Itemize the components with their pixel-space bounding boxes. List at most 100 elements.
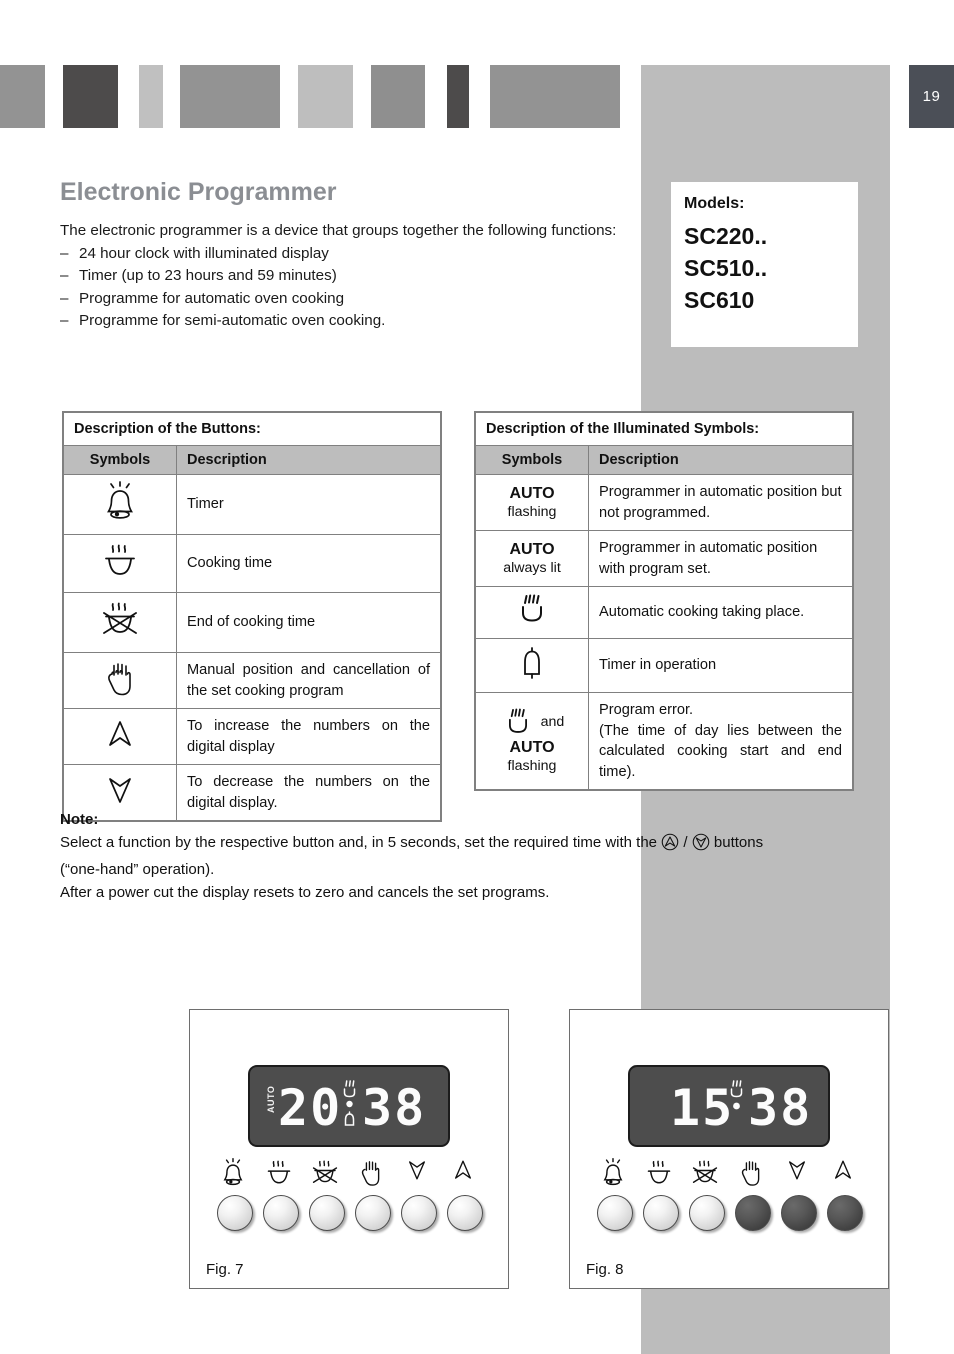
table-row: To increase the numbers on the digital d… [63,708,441,765]
auto-label: AUTO [509,540,555,558]
end-of-cooking-icon-svg [103,602,137,634]
model-item: SC510.. [684,255,768,281]
column-header-symbols: Symbols [63,445,177,475]
bullet-dash: – [60,312,69,330]
list-item: – Programme for semi-automatic oven cooki… [60,310,620,333]
row-description: End of cooking time [176,592,441,653]
header-decorative-bars [0,65,954,128]
figure-8-symbol-row [570,1158,888,1192]
bullet-text: Programme for semi-automatic oven cookin… [79,312,386,330]
header-bar-3 [139,65,163,128]
arrow-up-circle-icon [661,833,679,858]
models-label: Models: [684,195,745,212]
note-line-1-text-a: Select a function by the respective butt… [60,834,658,851]
bullet-text: Timer (up to 23 hours and 59 minutes) [79,267,337,285]
arrow-up-icon-svg [109,721,131,746]
and-conjunction: and [540,713,565,730]
list-item: – Programme for automatic oven cooking [60,288,620,311]
bullet-text: 24 hour clock with illuminated display [79,244,329,262]
push-button-cooking-pan[interactable] [263,1195,299,1231]
table-caption-row: Description of the Illuminated Symbols: [475,412,853,446]
lcd-display-fig7: AUTO 20 38 [248,1065,450,1147]
push-button-cooking-pan[interactable] [643,1195,679,1231]
note-line-1-text-c: buttons [713,834,764,851]
lcd-display-fig8: 15 38 [628,1065,830,1147]
page-title: Electronic Programmer [60,178,337,206]
bullet-dash: – [60,267,69,285]
row-description: Manual position and cancellation of the … [176,652,441,709]
note-line-1: Select a function by the respective butt… [60,831,850,858]
header-bar-7 [447,65,469,128]
table-row: Cooking time [63,534,441,593]
hand-icon [731,1158,771,1192]
push-button-bell-ringing[interactable] [597,1195,633,1231]
table-row: AUTO flashing Programmer in automatic po… [475,474,853,531]
figure-8-caption: Fig. 8 [586,1261,624,1278]
arrow-up-icon [823,1158,863,1187]
end-of-cooking-icon [685,1158,725,1193]
buttons-description-table: Description of the Buttons: Symbols Desc… [62,411,442,822]
lcd-display-svg: 15 38 [670,1079,812,1137]
auto-state-label: flashing [507,503,557,520]
auto-state-label: always lit [503,559,561,576]
auto-always-lit-symbol: AUTO always lit [475,530,589,587]
table-caption: Description of the Buttons: [63,412,441,446]
table-row: Automatic cooking taking place. [475,586,853,639]
auto-flashing-symbol: AUTO flashing [475,474,589,531]
end-of-cooking-icon [305,1158,345,1193]
hand-icon [63,652,177,709]
page-number-badge: 19 [909,65,954,128]
table-row: Manual position and cancellation of the … [63,652,441,709]
list-item: –24 hour clock with illuminated display [60,243,620,266]
table-caption-row: Description of the Buttons: [63,412,441,446]
auto-label: AUTO [509,484,555,502]
push-button-arrow-up[interactable] [447,1195,483,1231]
cooking-pan-icon-svg [508,708,527,733]
row-description: Automatic cooking taking place. [588,586,853,639]
cooking-pan-icon [475,586,589,639]
table-row: Timer in operation [475,638,853,693]
push-button-arrow-up[interactable] [827,1195,863,1231]
cooking-pan-icon-svg [522,594,542,622]
push-button-end-of-cooking[interactable] [689,1195,725,1231]
lcd-time-fig8: 15 [670,1079,734,1137]
page-root: 19 Electronic Programmer The electronic … [0,0,954,1354]
table-row: Timer [63,474,441,535]
lcd-time2-fig8: 38 [748,1079,812,1137]
cooking-pan-icon [63,534,177,593]
row-description: Program error. (The time of day lies bet… [588,692,853,790]
column-header-description: Description [588,445,853,475]
row-description: Programmer in automatic position with pr… [588,530,853,587]
bullet-text: Programme for automatic oven cooking [79,289,345,307]
note-title: Note: [60,811,99,828]
end-of-cooking-icon [63,592,177,653]
bell-icon-lcd [344,1111,355,1126]
push-button-arrow-down[interactable] [781,1195,817,1231]
bell-icon-svg [524,647,540,679]
bell-ringing-icon-svg [106,481,134,519]
lcd-colon-dot [346,1100,353,1108]
arrow-down-icon [397,1158,437,1187]
note-line-2: (“one-hand” operation). [60,861,215,878]
intro-paragraph: The electronic programmer is a device th… [60,222,617,239]
models-box: Models: SC220.. SC510.. SC610 [671,182,858,347]
figure-7-symbol-row [190,1158,508,1192]
push-button-bell-ringing[interactable] [217,1195,253,1231]
header-bar-8 [490,65,620,128]
push-button-end-of-cooking[interactable] [309,1195,345,1231]
row-description: To increase the numbers on the digital d… [176,708,441,765]
header-bar-5 [298,65,353,128]
bullet-dash: – [60,289,69,307]
push-button-hand[interactable] [735,1195,771,1231]
note-line-3: After a power cut the display resets to … [60,884,550,901]
header-bar-4 [180,65,280,128]
bell-ringing-icon [63,474,177,535]
cooking-pan-icon [259,1158,299,1193]
illuminated-symbols-table: Description of the Illuminated Symbols: … [474,411,854,791]
push-button-arrow-down[interactable] [401,1195,437,1231]
lcd-colon-dot [733,1102,740,1110]
push-button-hand[interactable] [355,1195,391,1231]
row-description: Cooking time [176,534,441,593]
auto-state-label: flashing [507,757,557,774]
cooking-pan-and-auto-symbol: and AUTO flashing [475,692,589,790]
